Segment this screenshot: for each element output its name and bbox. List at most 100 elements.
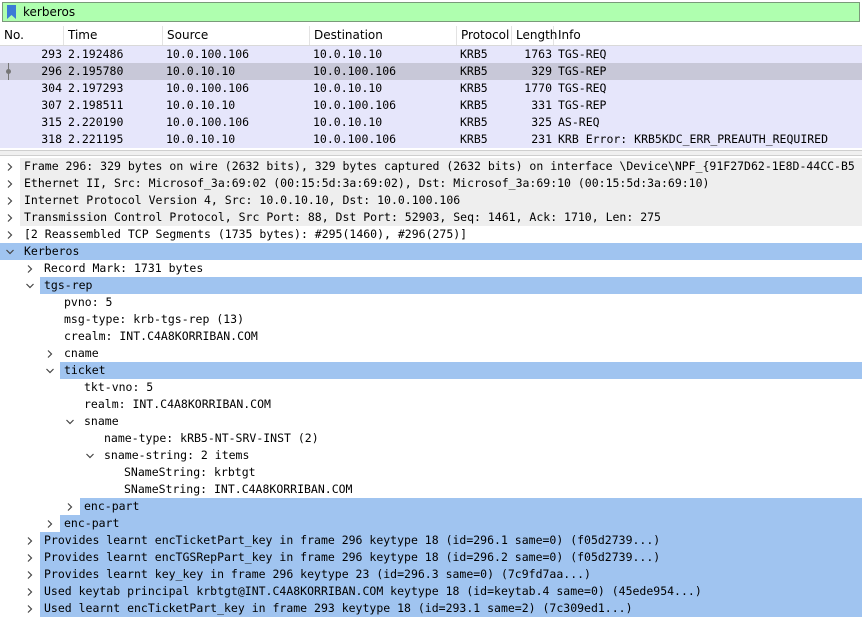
chevron-down-icon[interactable] (64, 413, 76, 430)
packet-details-tree[interactable]: Frame 296: 329 bytes on wire (2632 bits)… (0, 158, 862, 633)
tree-item-label: crealm: INT.C4A8KORRIBAN.COM (64, 329, 258, 343)
chevron-down-icon[interactable] (4, 243, 16, 260)
chevron-right-icon[interactable] (4, 175, 16, 192)
cell-protocol: KRB5 (460, 81, 488, 95)
cell-time: 2.197293 (68, 81, 124, 95)
tree-item[interactable]: Provides learnt key_key in frame 296 key… (0, 566, 862, 583)
tree-item[interactable]: Provides learnt encTicketPart_key in fra… (0, 532, 862, 549)
chevron-right-icon[interactable] (24, 260, 36, 277)
tree-item-label: Used keytab principal krbtgt@INT.C4A8KOR… (44, 584, 702, 598)
column-header-source[interactable]: Source (163, 26, 310, 45)
tree-item[interactable]: Transmission Control Protocol, Src Port:… (0, 209, 862, 226)
tree-item[interactable]: Used keytab principal krbtgt@INT.C4A8KOR… (0, 583, 862, 600)
chevron-right-icon[interactable] (4, 158, 16, 175)
cell-info: KRB Error: KRB5KDC_ERR_PREAUTH_REQUIRED (558, 132, 829, 146)
packet-list[interactable]: No. Time Source Destination Protocol Len… (0, 26, 862, 150)
column-header-time[interactable]: Time (64, 26, 163, 45)
chevron-right-icon[interactable] (44, 515, 56, 532)
chevron-right-icon[interactable] (44, 345, 56, 362)
cell-info: TGS-REQ (558, 81, 607, 95)
tree-item[interactable]: msg-type: krb-tgs-rep (13) (0, 311, 862, 328)
tree-item[interactable]: sname-string: 2 items (0, 447, 862, 464)
tree-item-label: Provides learnt encTicketPart_key in fra… (44, 533, 661, 547)
tree-item[interactable]: Provides learnt encTGSRepPart_key in fra… (0, 549, 862, 566)
packet-row[interactable]: 304 2.197293 10.0.100.106 10.0.10.10 KRB5 177… (0, 80, 862, 97)
tree-item[interactable]: ticket (0, 362, 862, 379)
cell-length: 231 (531, 132, 552, 146)
packet-row[interactable]: 296 2.195780 10.0.10.10 10.0.100.106 KRB5 329… (0, 63, 862, 80)
column-header-length[interactable]: Length (512, 26, 557, 45)
packet-row[interactable]: 318 2.221195 10.0.10.10 10.0.100.106 KRB5 231… (0, 131, 862, 148)
tree-item[interactable]: Internet Protocol Version 4, Src: 10.0.1… (0, 192, 862, 209)
tree-item[interactable]: crealm: INT.C4A8KORRIBAN.COM (0, 328, 862, 345)
tree-item-label: SNameString: krbtgt (124, 465, 256, 479)
tree-item[interactable]: sname (0, 413, 862, 430)
cell-destination: 10.0.100.106 (313, 98, 397, 112)
chevron-right-icon[interactable] (24, 600, 36, 617)
packet-list-header: No. Time Source Destination Protocol Len… (0, 26, 862, 46)
tree-item[interactable]: enc-part (0, 498, 862, 515)
chevron-right-icon[interactable] (64, 498, 76, 515)
column-header-info[interactable]: Info (554, 26, 862, 45)
tree-item[interactable]: cname (0, 345, 862, 362)
pane-splitter[interactable] (0, 150, 862, 156)
chevron-down-icon[interactable] (84, 447, 96, 464)
tree-item[interactable]: name-type: kRB5-NT-SRV-INST (2) (0, 430, 862, 447)
chevron-right-icon[interactable] (24, 532, 36, 549)
tree-item[interactable]: Kerberos (0, 243, 862, 260)
cell-source: 10.0.10.10 (166, 98, 236, 112)
cell-length: 325 (531, 115, 552, 129)
tree-item[interactable]: enc-part (0, 515, 862, 532)
cell-destination: 10.0.10.10 (313, 115, 383, 129)
tree-item-label: Used learnt encTicketPart_key in frame 2… (44, 601, 633, 615)
packet-row[interactable]: 307 2.198511 10.0.10.10 10.0.100.106 KRB5 331… (0, 97, 862, 114)
chevron-right-icon[interactable] (4, 226, 16, 243)
cell-destination: 10.0.10.10 (313, 81, 383, 95)
cell-source: 10.0.100.106 (166, 81, 250, 95)
cell-time: 2.195780 (68, 64, 124, 78)
tree-item[interactable]: Used learnt encTicketPart_key in frame 2… (0, 600, 862, 617)
tree-item[interactable]: realm: INT.C4A8KORRIBAN.COM (0, 396, 862, 413)
tree-item[interactable]: Record Mark: 1731 bytes (0, 260, 862, 277)
cell-source: 10.0.100.106 (166, 115, 250, 129)
cell-protocol: KRB5 (460, 64, 488, 78)
cell-no: 307 (41, 98, 62, 112)
tree-item[interactable]: SNameString: krbtgt (0, 464, 862, 481)
tree-item[interactable]: Frame 296: 329 bytes on wire (2632 bits)… (0, 158, 862, 175)
tree-item[interactable]: Ethernet II, Src: Microsof_3a:69:02 (00:… (0, 175, 862, 192)
chevron-right-icon[interactable] (24, 566, 36, 583)
tree-item-label: [2 Reassembled TCP Segments (1735 bytes)… (24, 227, 468, 241)
tree-item[interactable]: pvno: 5 (0, 294, 862, 311)
cell-protocol: KRB5 (460, 132, 488, 146)
column-header-no[interactable]: No. (0, 26, 64, 45)
cell-no: 318 (41, 132, 62, 146)
display-filter-input[interactable]: kerberos (2, 2, 860, 22)
cell-info: TGS-REP (558, 98, 607, 112)
tree-item[interactable]: tkt-vno: 5 (0, 379, 862, 396)
packet-row[interactable]: 315 2.220190 10.0.100.106 10.0.10.10 KRB5 325… (0, 114, 862, 131)
tree-item-label: enc-part (84, 499, 140, 513)
tree-item-label: Internet Protocol Version 4, Src: 10.0.1… (24, 193, 461, 207)
chevron-right-icon[interactable] (4, 192, 16, 209)
tree-item[interactable]: tgs-rep (0, 277, 862, 294)
display-filter-text: kerberos (23, 5, 76, 19)
tree-item[interactable]: [2 Reassembled TCP Segments (1735 bytes)… (0, 226, 862, 243)
column-header-protocol[interactable]: Protocol (457, 26, 512, 45)
cell-time: 2.220190 (68, 115, 124, 129)
chevron-down-icon[interactable] (44, 362, 56, 379)
cell-time: 2.192486 (68, 47, 124, 61)
tree-item[interactable]: SNameString: INT.C4A8KORRIBAN.COM (0, 481, 862, 498)
cell-time: 2.198511 (68, 98, 124, 112)
chevron-down-icon[interactable] (24, 277, 36, 294)
cell-info: TGS-REQ (558, 47, 607, 61)
chevron-right-icon[interactable] (24, 583, 36, 600)
cell-no: 304 (41, 81, 62, 95)
tree-item-label: pvno: 5 (64, 295, 113, 309)
display-filter-toolbar: kerberos (0, 0, 862, 25)
cell-source: 10.0.10.10 (166, 132, 236, 146)
column-header-destination[interactable]: Destination (310, 26, 457, 45)
chevron-right-icon[interactable] (24, 549, 36, 566)
packet-row[interactable]: 293 2.192486 10.0.100.106 10.0.10.10 KRB5 176… (0, 46, 862, 63)
bookmark-icon[interactable] (7, 5, 16, 19)
chevron-right-icon[interactable] (4, 209, 16, 226)
